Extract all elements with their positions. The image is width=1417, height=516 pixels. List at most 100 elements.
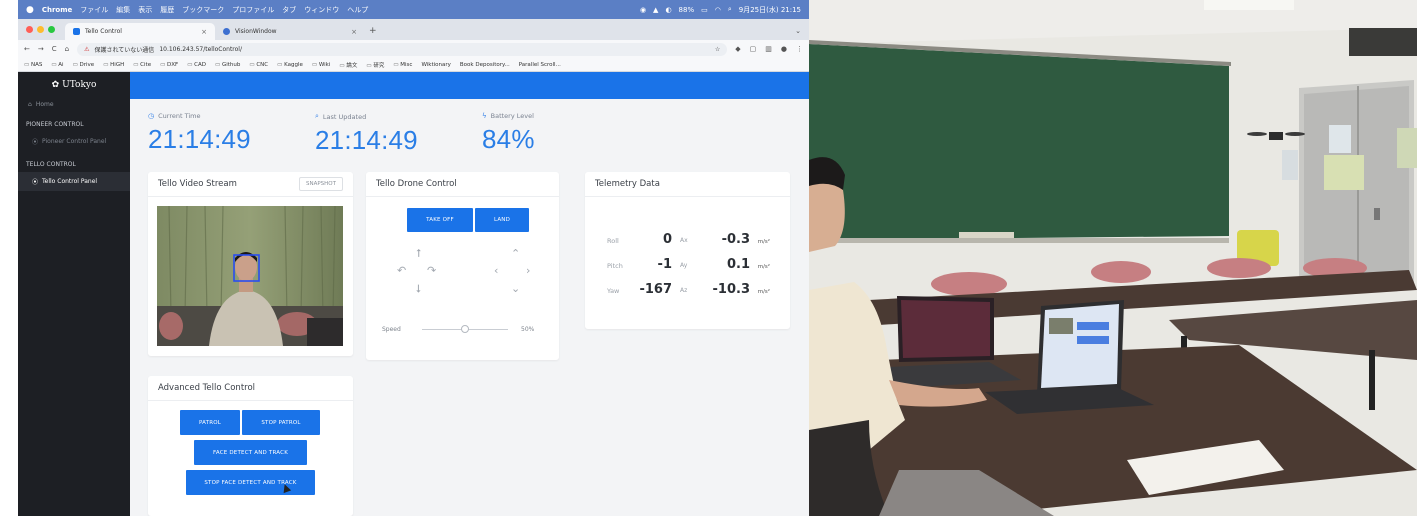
back-icon[interactable]: ← — [24, 45, 30, 53]
search-icon: ⌕ — [315, 112, 319, 120]
signal-icon: ⦿ — [32, 139, 39, 146]
stop-face-track-button[interactable]: STOP FACE DETECT AND TRACK — [186, 470, 315, 495]
battery-icon: ϟ — [482, 112, 487, 120]
forward-icon[interactable]: ⌃ — [511, 247, 520, 260]
card-title: Telemetry Data — [595, 179, 660, 189]
classroom-scene — [809, 0, 1417, 516]
takeoff-button[interactable]: TAKE OFF — [407, 208, 473, 232]
telemetry-axis: Ay — [680, 262, 688, 269]
sidepanel-icon[interactable]: ▥ — [765, 45, 772, 53]
sidebar-item-home[interactable]: ⌂ Home — [18, 98, 130, 111]
menu-item[interactable]: タブ — [282, 5, 296, 15]
new-tab-button[interactable]: + — [369, 26, 377, 36]
forward-icon[interactable]: → — [38, 45, 44, 53]
tab-search-icon[interactable]: ⌄ — [795, 27, 801, 35]
brand-logo[interactable]: ✿ UTokyo — [18, 72, 130, 98]
app-sidebar: ✿ UTokyo ⌂ Home PIONEER CONTROL ⦿ Pionee… — [18, 72, 130, 516]
tab-vision-window[interactable]: VisionWindow × — [215, 23, 365, 40]
right-icon[interactable]: › — [526, 264, 530, 277]
browser-toolbar: ← → C ⌂ ⚠ 保護されていない通信 10.106.243.57/tello… — [18, 40, 809, 58]
classroom-photo — [809, 0, 1417, 516]
menu-item[interactable]: ウィンドウ — [304, 5, 339, 15]
speed-label: Speed — [382, 326, 401, 333]
telemetry-value: -1 — [657, 257, 672, 272]
bookmark[interactable]: CAD — [187, 62, 206, 68]
menu-item[interactable]: 履歴 — [160, 5, 174, 15]
bookmark[interactable]: Parallel Scroll... — [519, 62, 561, 68]
bookmark[interactable]: Wiktionary — [421, 62, 450, 68]
bookmark[interactable]: Github — [215, 62, 240, 68]
extension-icon[interactable]: ◆ — [735, 45, 740, 53]
search-icon[interactable]: ⌕ — [728, 5, 732, 14]
bookmarks-bar: NAS Ai Drive HiGH Cite DXF CAD Github CN… — [18, 58, 809, 72]
bookmark[interactable]: HiGH — [103, 62, 124, 68]
menu-item[interactable]: ヘルプ — [347, 5, 368, 15]
bookmark[interactable]: Drive — [73, 62, 95, 68]
signal-icon: ⦿ — [32, 179, 39, 186]
backward-icon[interactable]: ⌄ — [511, 282, 520, 295]
sidebar-item-pioneer-control-panel[interactable]: ⦿ Pioneer Control Panel — [18, 132, 130, 151]
profile-icon[interactable]: ● — [781, 45, 787, 53]
zoom-window-button[interactable] — [48, 26, 55, 33]
menu-item[interactable]: ファイル — [80, 5, 108, 15]
speed-slider-handle[interactable] — [461, 325, 469, 333]
battery-icon[interactable]: ▭ — [701, 6, 708, 14]
status-icon[interactable]: ◐ — [665, 6, 671, 14]
menu-item[interactable]: ブックマーク — [182, 5, 224, 15]
menu-item[interactable]: 表示 — [138, 5, 152, 15]
bookmark[interactable]: Ai — [51, 62, 63, 68]
bookmark[interactable]: CNC — [249, 62, 268, 68]
bookmark[interactable]: DXF — [160, 62, 178, 68]
bookmark[interactable]: Kaggle — [277, 62, 303, 68]
sidebar-item-tello-control-panel[interactable]: ⦿ Tello Control Panel — [18, 172, 130, 191]
puzzle-icon[interactable]: ▢ — [750, 45, 757, 53]
stop-patrol-button[interactable]: STOP PATROL — [242, 410, 320, 435]
telemetry-axis: Az — [680, 287, 688, 294]
telemetry-row-pitch: Pitch -1 Ay 0.1 m/s² — [585, 256, 790, 276]
close-window-button[interactable] — [26, 26, 33, 33]
rotate-left-icon[interactable]: ↶ — [397, 264, 406, 277]
stat-label: Last Updated — [322, 112, 367, 121]
menubar-app-name[interactable]: Chrome — [42, 6, 72, 14]
telemetry-unit: m/s² — [757, 264, 770, 270]
stat-label: Current Time — [158, 112, 201, 120]
address-bar[interactable]: ⚠ 保護されていない通信 10.106.243.57/telloControl/… — [77, 42, 728, 56]
sidebar-item-label: Pioneer Control Panel — [42, 138, 107, 145]
minimize-window-button[interactable] — [37, 26, 44, 33]
bookmark[interactable]: Cite — [133, 62, 151, 68]
bookmark[interactable]: Misc — [393, 62, 412, 68]
left-icon[interactable]: ‹ — [494, 264, 498, 277]
clock-text[interactable]: 9月25日(水) 21:15 — [739, 5, 801, 15]
tab-tello-control[interactable]: Tello Control × — [65, 23, 215, 40]
telemetry-unit: m/s² — [757, 289, 770, 295]
telemetry-name: Yaw — [607, 287, 620, 295]
patrol-button[interactable]: PATROL — [180, 410, 240, 435]
menu-item[interactable]: プロファイル — [232, 5, 274, 15]
face-track-button[interactable]: FACE DETECT AND TRACK — [194, 440, 307, 465]
bookmark[interactable]: NAS — [24, 62, 42, 68]
close-tab-icon[interactable]: × — [351, 28, 357, 36]
reload-icon[interactable]: C — [52, 45, 57, 53]
wifi-icon[interactable]: ◠ — [715, 6, 721, 14]
app-topbar — [130, 72, 809, 99]
menu-item[interactable]: 編集 — [116, 5, 130, 15]
land-button[interactable]: LAND — [475, 208, 529, 232]
sidebar-section-title: PIONEER CONTROL — [26, 121, 84, 128]
drone-control-card: Tello Drone Control TAKE OFF LAND ⭡ ↶ ↷ … — [366, 172, 559, 360]
move-up-icon[interactable]: ⭡ — [416, 247, 421, 261]
move-down-icon[interactable]: ⭣ — [416, 282, 421, 296]
stat-current-time: ◷ Current Time 21:14:49 — [148, 112, 251, 155]
more-icon[interactable]: ⋮ — [796, 45, 803, 53]
bookmark[interactable]: Book Depository... — [460, 62, 510, 68]
close-tab-icon[interactable]: × — [201, 28, 207, 36]
home-icon[interactable]: ⌂ — [65, 45, 69, 53]
bookmark[interactable]: Wiki — [312, 62, 331, 68]
star-icon[interactable]: ☆ — [715, 46, 720, 53]
bookmark[interactable]: 研究 — [366, 61, 384, 69]
status-icon[interactable]: ◉ — [640, 6, 646, 14]
apple-icon[interactable]: ● — [26, 5, 34, 15]
rotate-right-icon[interactable]: ↷ — [427, 264, 436, 277]
status-icon[interactable]: ▲ — [653, 6, 658, 14]
bookmark[interactable]: 論文 — [339, 61, 357, 69]
snapshot-button[interactable]: SNAPSHOT — [298, 177, 343, 191]
